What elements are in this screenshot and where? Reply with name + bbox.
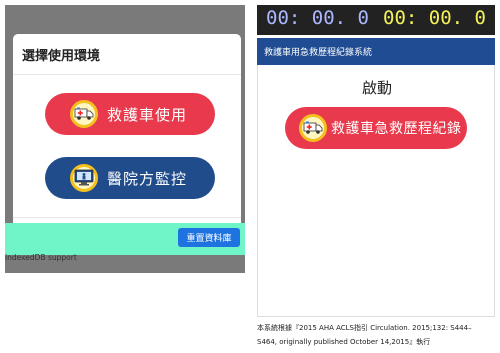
system-title: 救護車用急救歷程紀錄系統 bbox=[264, 48, 373, 58]
modal-divider bbox=[13, 74, 241, 75]
start-record-button[interactable]: 救護車急救歷程紀錄 bbox=[285, 107, 467, 149]
timer-cycle: 00: 00. 0 bbox=[383, 7, 486, 29]
ambulance-use-label: 救護車使用 bbox=[107, 105, 188, 124]
start-heading: 啟動 bbox=[361, 79, 392, 97]
start-record-label: 救護車急救歷程紀錄 bbox=[331, 121, 462, 137]
modal-title: 選擇使用環境 bbox=[22, 49, 101, 64]
system-title-bar: 救護車用急救歷程紀錄系統 bbox=[257, 38, 495, 65]
hospital-monitor-label: 醫院方監控 bbox=[107, 169, 188, 188]
footer-line-1: 本系統根據『2015 AHA ACLS指引 Circulation. 2015;… bbox=[257, 324, 472, 332]
app-root: 選擇使用環境 救護車使用 醫院方監控 重置資料庫 indexedDB suppo… bbox=[0, 0, 500, 353]
ambulance-use-button[interactable]: 救護車使用 bbox=[45, 93, 215, 135]
timer-elapsed: 00: 00. 0 bbox=[266, 7, 369, 29]
indexeddb-support-text: indexedDB support bbox=[5, 253, 77, 262]
modal-footer-divider bbox=[13, 217, 241, 218]
reset-database-button[interactable]: 重置資料庫 bbox=[178, 228, 240, 247]
record-content: 啟動 救護車急救歷程紀錄 bbox=[257, 65, 495, 317]
footer-line-2: S464, originally published October 14,20… bbox=[257, 338, 431, 346]
environment-modal: 選擇使用環境 救護車使用 醫院方監控 bbox=[13, 34, 241, 239]
hospital-monitor-icon bbox=[70, 164, 98, 192]
ambulance-icon bbox=[70, 100, 98, 128]
timer-bar: 00: 00. 0 00: 00. 0 bbox=[257, 5, 495, 35]
environment-select-screen: 選擇使用環境 救護車使用 醫院方監控 重置資料庫 indexedDB suppo… bbox=[5, 5, 245, 273]
hospital-monitor-button[interactable]: 醫院方監控 bbox=[45, 157, 215, 199]
record-screen: 00: 00. 0 00: 00. 0 救護車用急救歷程紀錄系統 啟動 救護車急… bbox=[257, 5, 495, 317]
ambulance-icon bbox=[299, 114, 327, 142]
guideline-footer: 本系統根據『2015 AHA ACLS指引 Circulation. 2015;… bbox=[257, 321, 495, 349]
